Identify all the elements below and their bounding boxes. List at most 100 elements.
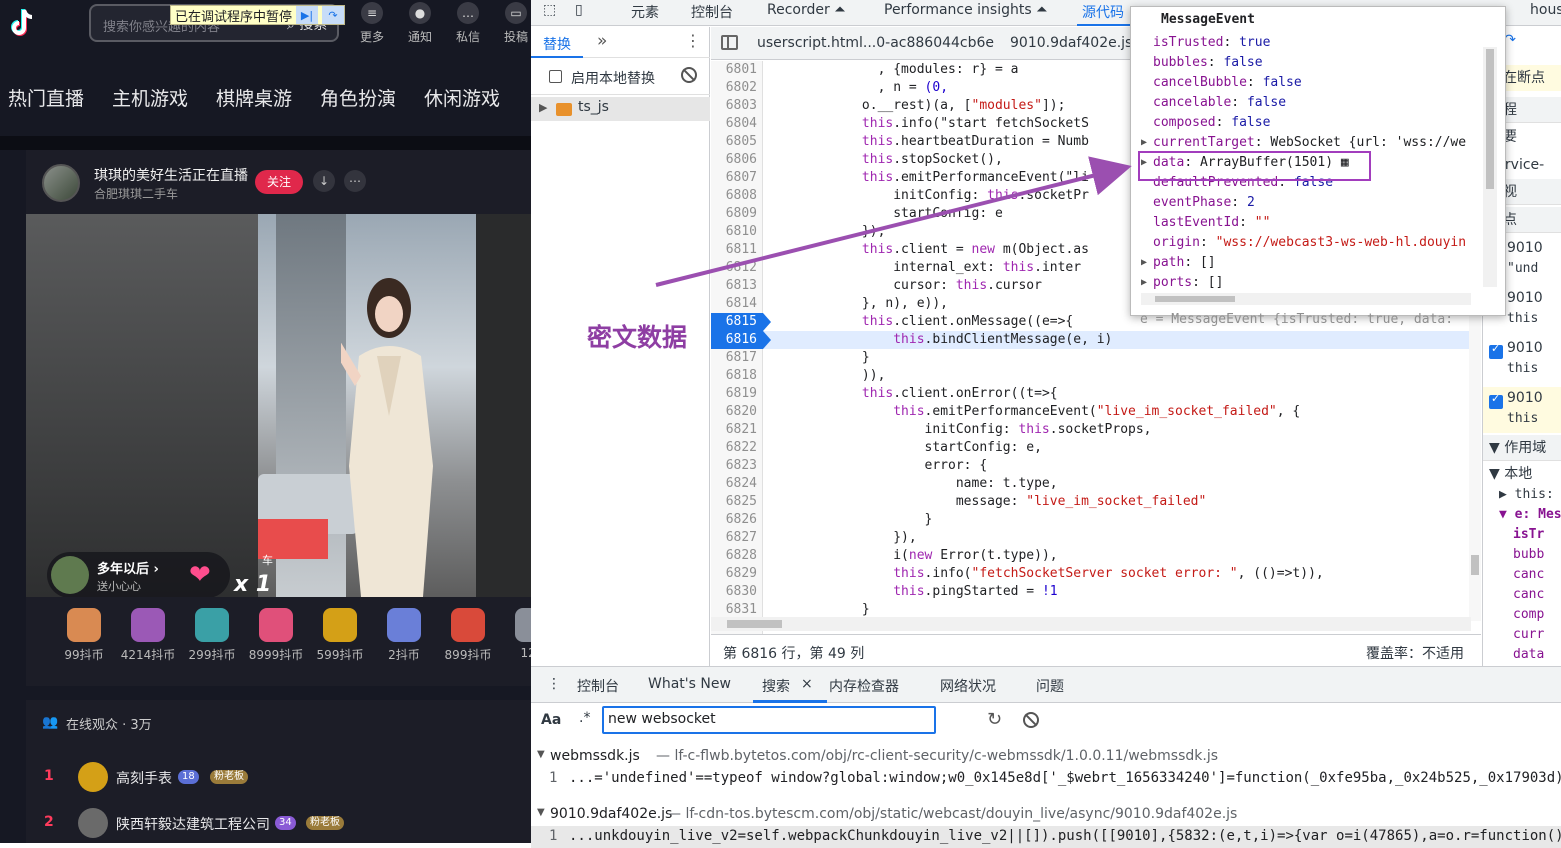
regex-button[interactable]: .* <box>579 710 590 726</box>
popover-property[interactable]: lastEventId: "" <box>1131 213 1481 233</box>
notification-button[interactable]: ● 通知 <box>398 2 442 45</box>
popover-property[interactable]: ▶ currentTarget: WebSocket {url: 'wss://w… <box>1131 133 1481 153</box>
upload-button[interactable]: ▭ 投稿 <box>494 2 531 45</box>
scope-property[interactable]: comp <box>1483 605 1561 625</box>
gift-item[interactable]: 2抖币 <box>372 608 436 663</box>
code-horizontal-scrollbar[interactable] <box>711 617 1471 631</box>
line-number[interactable]: 6801 <box>711 61 757 79</box>
gift-item[interactable]: 899抖币 <box>436 608 500 663</box>
code-line[interactable]: 6826 } <box>711 511 1481 529</box>
code-line[interactable]: 6820 this.emitPerformanceEvent("live_im_… <box>711 403 1481 421</box>
line-number[interactable]: 6828 <box>711 547 757 565</box>
popover-property[interactable]: ▶ ports: [] <box>1131 273 1481 293</box>
code-line[interactable]: 6818 )), <box>711 367 1481 385</box>
resume-icon[interactable]: ▶| <box>296 6 319 24</box>
scope-property[interactable]: canc <box>1483 585 1561 605</box>
gift-item[interactable]: 126 <box>500 608 531 660</box>
line-number[interactable]: 6815 <box>711 313 771 331</box>
scroll-thumb[interactable] <box>727 620 782 628</box>
scroll-thumb[interactable] <box>1486 49 1494 189</box>
scope-e[interactable]: ▼ e: Mes <box>1483 505 1561 525</box>
line-number[interactable]: 6827 <box>711 529 757 547</box>
more-options-icon[interactable]: ⋯ <box>344 170 366 192</box>
drawer-tab-memory-inspector[interactable]: 内存检查器 <box>829 676 899 696</box>
breakpoint-item[interactable]: 9010 this <box>1483 387 1561 433</box>
drawer-tab-network-conditions[interactable]: 网络状况 <box>940 676 996 696</box>
category-casual-games[interactable]: 休闲游戏 <box>424 84 500 111</box>
tab-elements[interactable]: 元素 <box>631 2 659 22</box>
line-number[interactable]: 6826 <box>711 511 757 529</box>
scroll-thumb[interactable] <box>1155 296 1235 302</box>
clear-search-icon[interactable] <box>1023 712 1039 728</box>
code-line[interactable]: 6825 message: "live_im_socket_failed" <box>711 493 1481 511</box>
scope-property[interactable]: canc <box>1483 565 1561 585</box>
line-number[interactable]: 6825 <box>711 493 757 511</box>
line-number[interactable]: 6808 <box>711 187 757 205</box>
gift-item[interactable]: 299抖币 <box>180 608 244 663</box>
expand-arrow-icon[interactable]: ▶ <box>1141 133 1147 153</box>
line-number[interactable]: 6824 <box>711 475 757 493</box>
line-number[interactable]: 6811 <box>711 241 757 259</box>
category-console-games[interactable]: 主机游戏 <box>112 84 188 111</box>
code-line[interactable]: 6821 initConfig: this.socketProps, <box>711 421 1481 439</box>
line-number[interactable]: 6816 <box>711 331 771 349</box>
refresh-icon[interactable]: ↻ <box>987 709 1002 730</box>
line-number[interactable]: 6819 <box>711 385 757 403</box>
code-line[interactable]: 6819 this.client.onError((t=>{ <box>711 385 1481 403</box>
popover-horizontal-scrollbar[interactable] <box>1141 293 1471 305</box>
expand-arrow-icon[interactable]: ▶ <box>1141 273 1147 293</box>
code-line[interactable]: 6830 this.pingStarted = !1 <box>711 583 1481 601</box>
file-tab-userscript[interactable]: userscript.html...0-ac886044cb6e <box>757 35 994 51</box>
messages-button[interactable]: … 私信 <box>446 2 490 45</box>
line-number[interactable]: 6820 <box>711 403 757 421</box>
code-line[interactable]: 6824 name: t.type, <box>711 475 1481 493</box>
tab-lighthouse[interactable]: house <box>1530 2 1561 18</box>
popover-property[interactable]: ▶ path: [] <box>1131 253 1481 273</box>
drawer-menu-icon[interactable]: ⋮ <box>547 676 561 692</box>
line-number[interactable]: 6823 <box>711 457 757 475</box>
scope-property[interactable]: bubb <box>1483 545 1561 565</box>
device-toolbar-icon[interactable]: ▯ <box>575 2 583 18</box>
popover-property[interactable]: eventPhase: 2 <box>1131 193 1481 213</box>
line-number[interactable]: 6822 <box>711 439 757 457</box>
line-number[interactable]: 6807 <box>711 169 757 187</box>
scope-local[interactable]: ▼ 本地 <box>1483 463 1561 485</box>
popover-property[interactable]: composed: false <box>1131 113 1481 133</box>
line-number[interactable]: 6802 <box>711 79 757 97</box>
audience-row[interactable]: 2 陕西轩毅达建筑工程公司 34 粉老板 <box>26 804 531 843</box>
breakpoint-checkbox[interactable] <box>1489 342 1503 359</box>
category-board-games[interactable]: 棋牌桌游 <box>216 84 292 111</box>
step-over-icon[interactable]: ↷ <box>322 6 345 24</box>
scope-property[interactable]: data <box>1483 645 1561 665</box>
gift-item[interactable]: 99抖币 <box>52 608 116 663</box>
line-number[interactable]: 6812 <box>711 259 757 277</box>
code-line[interactable]: 6828 i(new Error(t.type)), <box>711 547 1481 565</box>
line-number[interactable]: 6814 <box>711 295 757 313</box>
gift-item[interactable]: 599抖币 <box>308 608 372 663</box>
gifter-name[interactable]: 多年以后 › <box>97 558 159 577</box>
line-number[interactable]: 6810 <box>711 223 757 241</box>
scope-section[interactable]: ▼ 作用域 <box>1483 435 1561 461</box>
line-number[interactable]: 6805 <box>711 133 757 151</box>
streamer-avatar[interactable] <box>42 164 80 202</box>
collapse-arrow-icon[interactable]: ▼ <box>537 749 545 760</box>
tab-console[interactable]: 控制台 <box>691 2 733 22</box>
match-case-button[interactable]: Aa <box>541 712 561 728</box>
line-number[interactable]: 6818 <box>711 367 757 385</box>
drawer-tab-issues[interactable]: 问题 <box>1036 676 1064 696</box>
line-number[interactable]: 6817 <box>711 349 757 367</box>
search-query-input[interactable]: new websocket <box>602 706 936 734</box>
category-role-play[interactable]: 角色扮演 <box>320 84 396 111</box>
clear-overrides-icon[interactable] <box>681 67 697 83</box>
code-line[interactable]: 6817 } <box>711 349 1481 367</box>
line-number[interactable]: 6804 <box>711 115 757 133</box>
download-icon[interactable]: ↓ <box>313 170 335 192</box>
folder-item-ts-js[interactable]: ▶ ts_js <box>531 97 710 121</box>
code-line[interactable]: 6827 }), <box>711 529 1481 547</box>
search-result-line[interactable]: 1 ...unkdouyin_live_v2=self.webpackChunk… <box>531 826 1561 848</box>
douyin-logo-icon[interactable] <box>6 6 40 40</box>
line-number[interactable]: 6830 <box>711 583 757 601</box>
code-line[interactable]: 6816 this.bindClientMessage(e, i) <box>711 331 1481 349</box>
line-number[interactable]: 6806 <box>711 151 757 169</box>
popover-vertical-scrollbar[interactable] <box>1483 47 1497 287</box>
